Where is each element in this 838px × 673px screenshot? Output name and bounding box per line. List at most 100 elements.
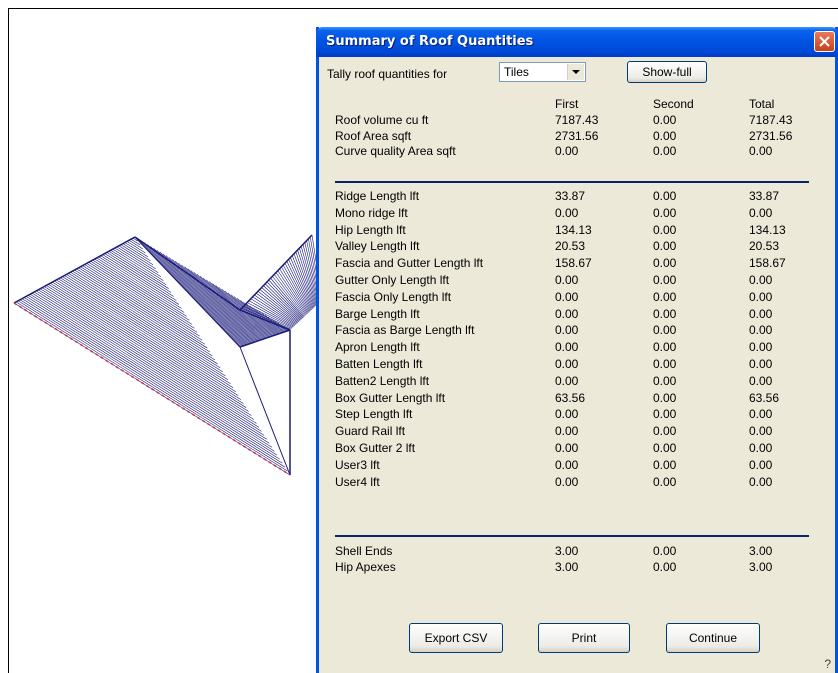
- quantity-second: 0.00: [653, 457, 677, 472]
- tally-label: Tally roof quantities for: [327, 67, 448, 81]
- quantity-name: User3 lft: [335, 457, 380, 472]
- quantity-first: 0.00: [555, 340, 579, 355]
- quantity-name: Hip Length lft: [335, 222, 406, 237]
- quantity-row: Hip Apexes 3.00 0.00 3.00: [319, 560, 819, 575]
- help-icon[interactable]: ?: [824, 657, 831, 671]
- show-full-button[interactable]: Show-full: [627, 61, 707, 83]
- quantity-total: 3.00: [749, 560, 773, 574]
- continue-button[interactable]: Continue: [666, 623, 760, 653]
- quantity-second: 0.00: [653, 113, 677, 127]
- quantity-name: Hip Apexes: [335, 560, 396, 574]
- quantity-total: 0.00: [749, 424, 773, 439]
- quantity-first: 0.00: [555, 407, 579, 422]
- quantity-name: Shell Ends: [335, 544, 393, 558]
- quantity-name: Gutter Only Length lft: [335, 273, 450, 287]
- quantity-first: 3.00: [555, 560, 579, 574]
- quantity-second: 0.00: [653, 373, 677, 388]
- quantity-first: 0.00: [555, 357, 579, 371]
- quantity-first: 33.87: [555, 189, 586, 203]
- quantity-second: 0.00: [653, 390, 677, 405]
- quantity-name: Box Gutter Length lft: [335, 390, 446, 405]
- close-button[interactable]: [814, 31, 835, 52]
- quantity-row: Box Gutter Length lft 63.56 0.00 63.56: [319, 391, 819, 406]
- dialog-title: Summary of Roof Quantities: [326, 34, 534, 49]
- column-header-second: Second: [653, 97, 694, 111]
- column-header-first: First: [555, 97, 579, 111]
- summary-dialog: Summary of Roof Quantities Tally roof qu…: [316, 27, 838, 673]
- quantity-row: Barge Length lft 0.00 0.00 0.00: [319, 307, 819, 322]
- close-icon: [819, 36, 830, 47]
- quantity-total: 3.00: [749, 544, 773, 558]
- quantity-second: 0.00: [653, 289, 677, 304]
- quantity-second: 0.00: [653, 474, 677, 489]
- quantity-row: Apron Length lft 0.00 0.00 0.00: [319, 340, 819, 355]
- quantity-first: 134.13: [555, 222, 592, 237]
- tally-dropdown-value: Tiles: [504, 65, 529, 79]
- quantity-total: 0.00: [749, 340, 773, 355]
- quantity-first: 0.00: [555, 457, 579, 472]
- quantity-name: Curve quality Area sqft: [335, 144, 456, 158]
- quantity-total: 33.87: [749, 189, 780, 203]
- quantity-name: Valley Length lft: [335, 239, 420, 254]
- quantity-second: 0.00: [653, 407, 677, 422]
- quantity-total: 20.53: [749, 239, 780, 254]
- quantity-name: Roof Area sqft: [335, 128, 412, 143]
- quantity-row: Roof volume cu ft 7187.43 0.00 7187.43: [319, 113, 819, 128]
- quantity-second: 0.00: [653, 323, 677, 338]
- quantity-second: 0.00: [653, 340, 677, 355]
- quantity-first: 63.56: [555, 390, 586, 405]
- quantity-row: Ridge Length lft 33.87 0.00 33.87: [319, 189, 819, 204]
- tally-dropdown[interactable]: Tiles: [499, 62, 586, 82]
- quantity-row: Batten Length lft 0.00 0.00 0.00: [319, 357, 819, 372]
- quantity-row: User4 lft 0.00 0.00 0.00: [319, 475, 819, 490]
- quantity-total: 0.00: [749, 407, 773, 422]
- quantity-first: 7187.43: [555, 113, 599, 127]
- quantity-second: 0.00: [653, 441, 677, 455]
- quantity-total: 0.00: [749, 205, 773, 220]
- quantity-first: 3.00: [555, 544, 579, 558]
- separator-1: [335, 181, 809, 183]
- quantity-total: 0.00: [749, 441, 773, 455]
- quantity-second: 0.00: [653, 128, 677, 143]
- dropdown-arrow-icon: [572, 70, 580, 74]
- quantity-second: 0.00: [653, 189, 677, 203]
- quantity-total: 0.00: [749, 289, 773, 304]
- quantity-second: 0.00: [653, 144, 677, 158]
- quantity-total: 7187.43: [749, 113, 793, 127]
- quantity-name: Apron Length lft: [335, 340, 420, 355]
- quantity-row: Valley Length lft 20.53 0.00 20.53: [319, 239, 819, 254]
- quantity-name: Fascia Only Length lft: [335, 289, 452, 304]
- print-button[interactable]: Print: [538, 623, 630, 653]
- quantity-first: 0.00: [555, 289, 579, 304]
- quantity-total: 0.00: [749, 306, 773, 321]
- quantity-row: Fascia Only Length lft 0.00 0.00 0.00: [319, 290, 819, 305]
- quantity-first: 0.00: [555, 205, 579, 220]
- quantity-total: 2731.56: [749, 128, 793, 143]
- quantity-row: Step Length lft 0.00 0.00 0.00: [319, 407, 819, 422]
- quantity-name: Batten2 Length lft: [335, 373, 430, 388]
- quantity-name: Mono ridge lft: [335, 205, 408, 220]
- quantity-row: Box Gutter 2 lft 0.00 0.00 0.00: [319, 441, 819, 456]
- dropdown-arrow-button[interactable]: [567, 64, 584, 80]
- quantity-name: Roof volume cu ft: [335, 113, 429, 127]
- quantity-first: 0.00: [555, 424, 579, 439]
- quantity-name: Fascia as Barge Length lft: [335, 323, 475, 338]
- title-bar[interactable]: Summary of Roof Quantities: [316, 27, 838, 57]
- quantity-row: Shell Ends 3.00 0.00 3.00: [319, 544, 819, 559]
- quantity-row: Fascia and Gutter Length lft 158.67 0.00 15…: [319, 256, 819, 271]
- quantity-name: Fascia and Gutter Length lft: [335, 256, 484, 271]
- quantity-second: 0.00: [653, 239, 677, 254]
- quantity-row: Batten2 Length lft 0.00 0.00 0.00: [319, 374, 819, 389]
- quantity-total: 134.13: [749, 222, 786, 237]
- quantity-first: 0.00: [555, 144, 579, 158]
- export-csv-button[interactable]: Export CSV: [409, 623, 503, 653]
- quantity-second: 0.00: [653, 256, 677, 271]
- quantity-second: 0.00: [653, 273, 677, 287]
- quantity-first: 0.00: [555, 273, 579, 287]
- quantity-row: Hip Length lft 134.13 0.00 134.13: [319, 223, 819, 238]
- quantity-total: 0.00: [749, 144, 773, 158]
- quantity-row: Gutter Only Length lft 0.00 0.00 0.00: [319, 273, 819, 288]
- quantity-second: 0.00: [653, 544, 677, 558]
- quantity-name: Box Gutter 2 lft: [335, 441, 416, 455]
- quantity-first: 0.00: [555, 441, 579, 455]
